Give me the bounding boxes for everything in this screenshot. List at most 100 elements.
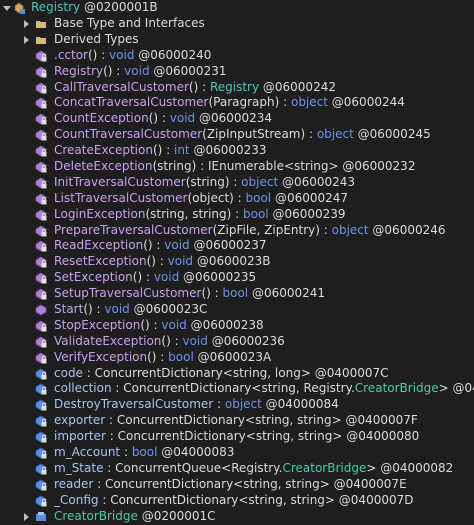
member-token: @0400007F	[341, 413, 418, 428]
method-lock-icon	[35, 272, 47, 284]
member-signature: : ConcurrentDictionary<string, string>	[93, 476, 330, 491]
tree-node-member[interactable]: CreateException() : int @06000233	[0, 143, 474, 159]
class-token: @0200001B	[83, 0, 158, 14]
member-label: InitTraversalCustomer(string) : object @…	[54, 175, 355, 191]
member-token: @06000241	[248, 286, 326, 301]
member-name: .cctor	[54, 47, 88, 62]
tree-node-member[interactable]: CountTraversalCustomer(ZipInputStream) :…	[0, 127, 474, 143]
tree-node-member[interactable]: ReadException() : void @06000237	[0, 238, 474, 254]
folder-icon	[36, 36, 46, 44]
member-label: ValidateException() : void @06000236	[54, 334, 285, 350]
tree-node-member[interactable]: _Config : ConcurrentDictionary<string, s…	[0, 493, 474, 509]
member-name: CountTraversalCustomer	[54, 127, 203, 142]
field-lock-icon	[35, 431, 47, 443]
tree-node-member[interactable]: DeleteException(string) : IEnumerable<st…	[0, 159, 474, 175]
member-label: ListTraversalCustomer(object) : bool @06…	[54, 191, 348, 207]
member-signature: (ZipFile, ZipEntry) :	[212, 222, 332, 237]
member-token: @04000083	[157, 445, 235, 460]
tree-node-member[interactable]: .cctor() : void @06000240	[0, 48, 474, 64]
member-signature: : ConcurrentDictionary<string, string>	[98, 492, 335, 507]
tree-node-member[interactable]: PrepareTraversalCustomer(ZipFile, ZipEnt…	[0, 223, 474, 239]
tree-node-member[interactable]: m_Account : bool @04000083	[0, 445, 474, 461]
tree-node-member[interactable]: DestroyTraversalCustomer : object @04000…	[0, 397, 474, 413]
member-label: collection : ConcurrentDictionary<string…	[54, 381, 474, 397]
expand-arrow-icon[interactable]	[24, 20, 29, 28]
field-lock-icon	[35, 415, 47, 427]
member-name: ResetException	[54, 254, 147, 269]
nested-class-name: CreatorBridge	[54, 508, 138, 523]
member-signature: (string) :	[185, 174, 242, 189]
tree-node-member[interactable]: StopException() : void @06000238	[0, 318, 474, 334]
method-lock-icon	[35, 336, 47, 348]
field-lock-icon	[35, 368, 47, 380]
member-name: SetupTraversalCustomer	[54, 286, 202, 301]
tree-node-creatorbridge[interactable]: CreatorBridge @0200001C	[0, 509, 474, 525]
tree-node-member[interactable]: ResetException() : void @0600023B	[0, 254, 474, 270]
member-label: LoginException(string, string) : bool @0…	[54, 207, 346, 223]
member-token: @06000236	[207, 333, 285, 348]
member-token: @04000082	[376, 460, 454, 475]
tree-node-member[interactable]: importer : ConcurrentDictionary<string, …	[0, 429, 474, 445]
member-signature: (Paragraph) :	[208, 95, 291, 110]
member-token: @06000237	[189, 238, 267, 253]
member-token: @0400007D	[334, 492, 414, 507]
tree-node-member[interactable]: Start() : void @0600023C	[0, 302, 474, 318]
member-return-type: bool	[245, 190, 272, 205]
tree-node-member[interactable]: CallTraversalCustomer() : Registry @0600…	[0, 80, 474, 96]
tree-node-member[interactable]: exporter : ConcurrentDictionary<string, …	[0, 413, 474, 429]
field-lock-icon	[35, 463, 47, 475]
tree-node-registry[interactable]: Registry @0200001B	[0, 0, 474, 16]
member-return-type: void	[161, 317, 187, 332]
member-name: reader	[54, 476, 94, 491]
tree-node-member[interactable]: reader : ConcurrentDictionary<string, st…	[0, 477, 474, 493]
method-icon	[35, 304, 47, 316]
field-lock-icon	[35, 447, 47, 459]
member-label: m_State : ConcurrentQueue<Registry.Creat…	[54, 461, 453, 477]
member-return-type: void	[109, 47, 135, 62]
member-label: CountException() : void @06000234	[54, 111, 272, 127]
expand-arrow-icon[interactable]	[24, 35, 29, 44]
tree-node-member[interactable]: m_State : ConcurrentQueue<Registry.Creat…	[0, 461, 474, 477]
member-token: @06000231	[149, 63, 227, 78]
member-token: @06000235	[179, 270, 257, 285]
member-token: @06000243	[278, 174, 356, 189]
tree-node-member[interactable]: ConcatTraversalCustomer(Paragraph) : obj…	[0, 95, 474, 111]
tree-node-member[interactable]: collection : ConcurrentDictionary<string…	[0, 381, 474, 397]
tree-node-member[interactable]: Registry() : void @06000231	[0, 64, 474, 80]
member-name: PrepareTraversalCustomer	[54, 222, 213, 237]
tree-node-member[interactable]: CountException() : void @06000234	[0, 111, 474, 127]
method-lock-icon	[35, 288, 47, 300]
method-lock-icon	[35, 352, 47, 364]
member-return-type: void	[182, 333, 208, 348]
member-label: SetupTraversalCustomer() : bool @0600024…	[54, 286, 325, 302]
method-lock-icon	[35, 177, 47, 189]
member-signature: : ConcurrentQueue<Registry.	[103, 460, 283, 475]
tree-node-member[interactable]: LoginException(string, string) : bool @0…	[0, 207, 474, 223]
member-token: @04000081	[452, 381, 474, 396]
method-lock-icon	[35, 145, 47, 157]
member-label: ResetException() : void @0600023B	[54, 254, 271, 270]
member-token: @06000246	[368, 222, 446, 237]
member-name: DestroyTraversalCustomer	[54, 397, 214, 412]
member-name: _Config	[54, 492, 99, 507]
method-lock-icon	[35, 193, 47, 205]
tree-node-derived-types[interactable]: Derived Types	[0, 32, 474, 48]
tree-node-member[interactable]: code : ConcurrentDictionary<string, long…	[0, 366, 474, 382]
expand-arrow-icon[interactable]	[24, 512, 29, 521]
member-signature: () :	[132, 270, 154, 285]
tree-node-member[interactable]: SetException() : void @06000235	[0, 270, 474, 286]
member-token: @06000244	[327, 95, 405, 110]
tree-node-member[interactable]: ValidateException() : void @06000236	[0, 334, 474, 350]
member-name: LoginException	[54, 206, 146, 221]
tree-node-member[interactable]: InitTraversalCustomer(string) : object @…	[0, 175, 474, 191]
member-signature-tail: >	[366, 460, 377, 475]
member-label: StopException() : void @06000238	[54, 318, 264, 334]
tree-node-member[interactable]: VerifyException() : bool @0600023A	[0, 350, 474, 366]
tree-node-base-types[interactable]: Base Type and Interfaces	[0, 16, 474, 32]
member-name: code	[54, 365, 83, 380]
tree-node-member[interactable]: SetupTraversalCustomer() : bool @0600024…	[0, 286, 474, 302]
collapse-arrow-icon[interactable]	[3, 6, 11, 11]
member-label: Start() : void @0600023C	[54, 302, 207, 318]
tree-node-member[interactable]: ListTraversalCustomer(object) : bool @06…	[0, 191, 474, 207]
member-signature: () :	[152, 143, 174, 158]
